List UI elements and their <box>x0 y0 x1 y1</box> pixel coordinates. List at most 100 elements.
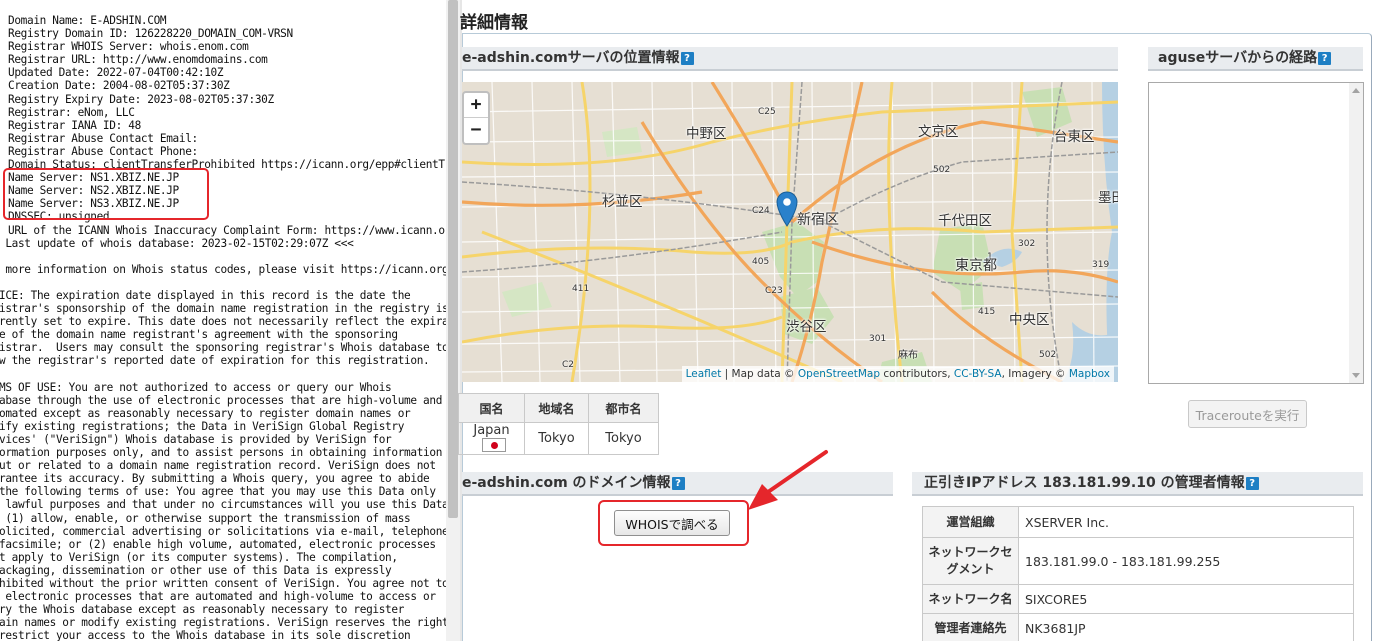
annotation-arrow-icon <box>748 450 828 510</box>
traceroute-output-textarea[interactable] <box>1148 82 1364 384</box>
whois-line: For more information on Whois status cod… <box>0 262 446 276</box>
help-icon[interactable]: ? <box>1245 477 1259 490</box>
whois-lookup-button[interactable]: WHOISで調べる <box>614 510 730 536</box>
admin-row-value: 183.181.99.0 - 183.181.99.255 <box>1018 537 1354 585</box>
map-label-chiyoda: 千代田区 <box>938 213 992 229</box>
whois-scrollbar-thumb[interactable] <box>448 0 458 518</box>
country-name: Japan <box>473 423 510 438</box>
map-label-shinjuku: 新宿区 <box>797 212 839 228</box>
name-server-highlight-box <box>3 168 209 220</box>
whois-line: prohibited without the prior written con… <box>0 577 446 591</box>
whois-line <box>0 250 446 263</box>
column-header-region: 地域名 <box>524 393 589 423</box>
ip-admin-table: 運営組織 XSERVER Inc. ネットワークセグメント 183.181.99… <box>922 506 1354 641</box>
whois-line: >>> Last update of whois database: 2023-… <box>0 236 354 250</box>
region-cell: Tokyo <box>524 422 589 455</box>
whois-line: by the following terms of use: You agree… <box>0 485 436 499</box>
map-label-azabu: 麻布 <box>898 350 918 361</box>
whois-line: to restrict your access to the Whois dat… <box>0 629 411 641</box>
traceroute-scrollbar[interactable] <box>1349 83 1363 383</box>
whois-line: use electronic processes that are automa… <box>0 590 436 604</box>
map-zoom-control: + − <box>462 91 490 145</box>
road-number-label: 319 <box>1092 260 1110 270</box>
location-table: 国名 地域名 都市名 Japan Tokyo Tokyo <box>458 393 659 455</box>
country-cell: Japan <box>458 422 525 455</box>
whois-line: registrar. Users may consult the sponsor… <box>0 341 446 355</box>
server-location-map[interactable]: C25 C24 405 C23 411 301 502 502 415 319 … <box>462 82 1118 382</box>
help-icon[interactable]: ? <box>680 52 694 65</box>
run-traceroute-button[interactable]: Tracerouteを実行 <box>1188 400 1307 428</box>
admin-section-header: 正引きIPアドレス 183.181.99.10 の管理者情報? <box>912 472 1363 496</box>
road-number-label: C24 <box>752 206 770 216</box>
road-number-label: 502 <box>1039 350 1057 360</box>
page-title: 詳細情報 <box>460 13 528 33</box>
whois-line: to: (1) allow, enable, or otherwise supp… <box>0 511 411 525</box>
location-section-title: e-adshin.comサーバの位置情報 <box>462 50 680 66</box>
road-number-label: C25 <box>758 107 776 117</box>
whois-line: automated except as reasonably necessary… <box>0 406 411 420</box>
whois-line: Registry Domain ID: 126228220_DOMAIN_COM… <box>8 27 293 41</box>
leaflet-link[interactable]: Leaflet <box>686 368 722 380</box>
whois-line: domain names or modify existing registra… <box>0 616 446 630</box>
map-label-taito: 台東区 <box>1054 129 1095 145</box>
mapbox-link[interactable]: Mapbox <box>1069 368 1110 380</box>
admin-row-label: ネットワーク名 <box>922 584 1019 614</box>
trace-section-title: aguseサーバからの経路 <box>1158 50 1318 66</box>
whois-raw-text-pane[interactable]: Domain Name: E-ADSHIN.COM Registry Domain… <box>0 0 446 641</box>
admin-row-value: SIXCORE5 <box>1018 584 1354 614</box>
map-label-shibuya: 渋谷区 <box>786 319 827 335</box>
attribution-text: contributors, <box>880 368 954 380</box>
map-marker-icon[interactable] <box>776 191 798 227</box>
map-label-tokyo-to: 東京都 <box>955 258 997 274</box>
road-number-label: C23 <box>765 286 783 296</box>
cc-by-sa-link[interactable]: CC-BY-SA <box>954 368 1002 380</box>
help-icon[interactable]: ? <box>671 477 685 490</box>
whois-line: Services' ("VeriSign") Whois database is… <box>0 433 392 446</box>
admin-row-label: 管理者連絡先 <box>922 613 1019 641</box>
whois-line: Registry Expiry Date: 2023-08-02T05:37:3… <box>8 92 274 106</box>
whois-line: Registrar WHOIS Server: whois.enom.com <box>8 40 249 54</box>
map-label-nakano: 中野区 <box>686 126 727 142</box>
whois-line: Registrar Abuse Contact Phone: <box>8 144 198 158</box>
whois-line: or facsimile; or (2) enable high volume,… <box>0 537 436 551</box>
scroll-down-icon[interactable] <box>1352 373 1360 378</box>
whois-line: Domain Name: E-ADSHIN.COM <box>8 14 167 27</box>
city-cell: Tokyo <box>588 422 659 455</box>
whois-line: information purposes only, and to assist… <box>0 446 443 460</box>
zoom-in-button[interactable]: + <box>464 93 488 118</box>
road-number-label: 502 <box>933 165 951 175</box>
column-header-city: 都市名 <box>588 393 659 423</box>
domain-section-title: e-adshin.com のドメイン情報 <box>462 475 671 491</box>
map-tiles <box>462 82 1118 382</box>
whois-line: that apply to VeriSign (or its computer … <box>0 550 398 564</box>
help-icon[interactable]: ? <box>1318 52 1332 65</box>
whois-line: Registrar Abuse Contact Email: <box>8 131 198 145</box>
whois-line: Registrar: eNom, LLC <box>8 105 135 119</box>
scroll-up-icon[interactable] <box>1352 88 1360 93</box>
whois-line: query the Whois database except as reaso… <box>0 603 405 617</box>
location-section-header: e-adshin.comサーバの位置情報? <box>462 47 1118 71</box>
whois-line: unsolicited, commercial advertising or s… <box>0 524 446 538</box>
road-number-label: 405 <box>752 257 770 267</box>
road-number-label: C2 <box>562 360 575 370</box>
road-number-label: 301 <box>869 334 887 344</box>
whois-text-block: Domain Name: E-ADSHIN.COM Registry Domain… <box>0 14 446 641</box>
whois-line: about or related to a domain name regist… <box>0 459 436 473</box>
whois-line <box>0 368 446 381</box>
attribution-text: | Map data © <box>721 368 798 380</box>
whois-line: Updated Date: 2022-07-04T00:42:10Z <box>8 66 224 80</box>
admin-section-title: 正引きIPアドレス 183.181.99.10 の管理者情報 <box>924 475 1245 491</box>
road-number-label: 411 <box>572 284 590 294</box>
whois-line: Registrar URL: http://www.enomdomains.co… <box>8 53 268 67</box>
admin-row-value: NK3681JP <box>1018 613 1354 641</box>
whois-line: date of the domain name registrant's agr… <box>0 328 398 342</box>
whois-line: Registrar IANA ID: 48 <box>8 118 141 132</box>
zoom-out-button[interactable]: − <box>464 118 488 143</box>
admin-row-label: ネットワークセグメント <box>922 537 1019 585</box>
map-label-bunkyo: 文京区 <box>918 124 959 140</box>
whois-line: URL of the ICANN Whois Inaccuracy Compla… <box>8 223 446 237</box>
whois-line: for lawful purposes and that under no ci… <box>0 498 446 512</box>
openstreetmap-link[interactable]: OpenStreetMap <box>798 368 880 380</box>
whois-line: Creation Date: 2004-08-02T05:37:30Z <box>8 79 230 93</box>
whois-line: view the registrar's reported date of ex… <box>0 354 430 368</box>
